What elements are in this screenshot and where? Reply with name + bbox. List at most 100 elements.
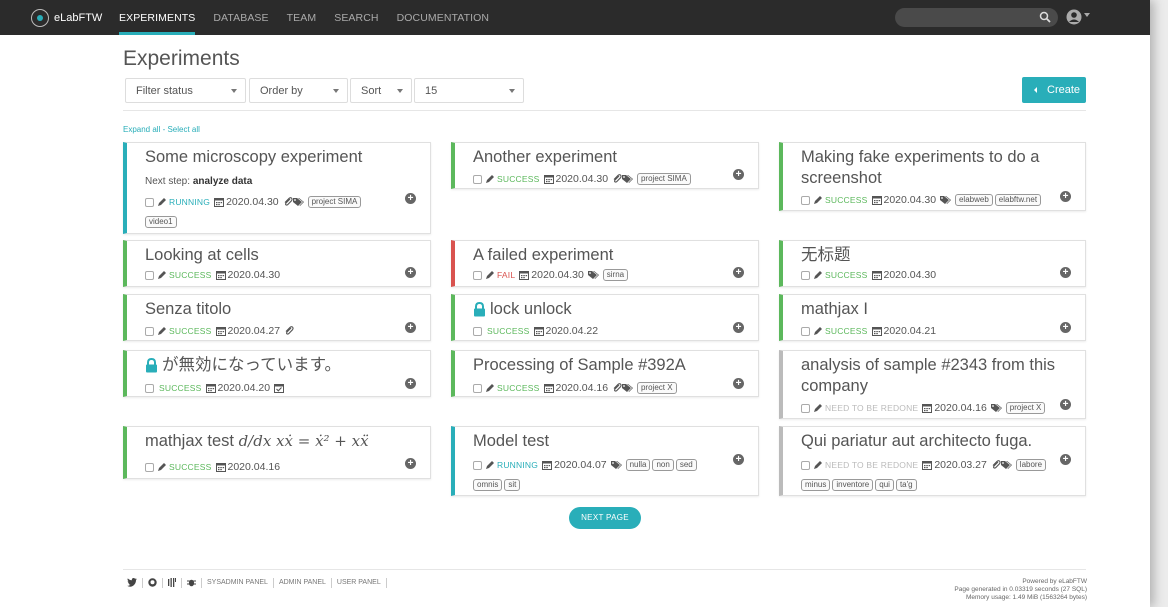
select-checkbox[interactable]	[473, 270, 482, 280]
expand-plus-icon[interactable]: +	[405, 322, 416, 333]
sort-select[interactable]: Sort	[350, 78, 412, 103]
expand-plus-icon[interactable]: +	[1060, 399, 1071, 410]
nav-team[interactable]: TEAM	[287, 0, 317, 35]
select-checkbox[interactable]	[801, 460, 810, 470]
expand-plus-icon[interactable]: +	[733, 378, 744, 389]
tag[interactable]: nulla	[625, 459, 651, 471]
nav-search[interactable]: SEARCH	[334, 0, 378, 35]
experiment-card[interactable]: lock unlock SUCCESS 2020.04.22 +	[451, 294, 759, 341]
select-checkbox[interactable]	[801, 195, 810, 205]
user-panel-link[interactable]: USER PANEL	[337, 578, 387, 588]
experiment-card[interactable]: が無効になっています。 SUCCESS 2020.04.20 +	[123, 350, 431, 397]
chevron-down-icon[interactable]	[1084, 13, 1090, 17]
experiment-card[interactable]: 无标题 SUCCESS 2020.04.30 +	[779, 240, 1086, 287]
expand-plus-icon[interactable]: +	[733, 267, 744, 278]
sysadmin-panel-link[interactable]: SYSADMIN PANEL	[207, 578, 274, 588]
lock-icon[interactable]	[473, 302, 486, 317]
experiment-title[interactable]: analysis of sample #2343 from this compa…	[801, 355, 1061, 397]
tag[interactable]: video1	[145, 216, 177, 228]
tag[interactable]: sed	[675, 459, 697, 471]
tag[interactable]: elabftw.net	[994, 194, 1042, 206]
tag[interactable]: sirna	[602, 269, 629, 281]
expand-plus-icon[interactable]: +	[1060, 454, 1071, 465]
nav-documentation[interactable]: DOCUMENTATION	[397, 0, 490, 35]
tag[interactable]: project X	[1005, 402, 1046, 414]
experiment-title[interactable]: Making fake experiments to do a screensh…	[801, 147, 1061, 189]
expand-plus-icon[interactable]: +	[405, 378, 416, 389]
limit-select[interactable]: 15	[414, 78, 524, 103]
expand-plus-icon[interactable]: +	[1060, 267, 1071, 278]
experiment-card[interactable]: A failed experiment FAIL 2020.04.30 sirna +	[451, 240, 759, 287]
experiment-card[interactable]: Looking at cells SUCCESS 2020.04.30 +	[123, 240, 431, 287]
experiment-title[interactable]: mathjax I	[801, 299, 868, 320]
experiment-card[interactable]: mathjax I SUCCESS 2020.04.21 +	[779, 294, 1086, 341]
tag[interactable]: omnis	[473, 479, 503, 491]
order-by-select[interactable]: Order by	[249, 78, 348, 103]
experiment-title[interactable]: Looking at cells	[145, 245, 259, 266]
expand-plus-icon[interactable]: +	[733, 454, 744, 465]
expand-plus-icon[interactable]: +	[1060, 191, 1071, 202]
select-checkbox[interactable]	[473, 460, 482, 470]
tag[interactable]: labore	[1015, 459, 1047, 471]
expand-plus-icon[interactable]: +	[1060, 322, 1071, 333]
experiment-card[interactable]: Some microscopy experiment Next step: ana…	[123, 142, 431, 234]
experiment-title[interactable]: Processing of Sample #392A	[473, 355, 686, 376]
lock-icon[interactable]	[145, 358, 158, 373]
select-checkbox[interactable]	[801, 403, 810, 413]
tag[interactable]: inventore	[832, 479, 874, 491]
expand-plus-icon[interactable]: +	[405, 267, 416, 278]
experiment-card[interactable]: Another experiment SUCCESS 2020.04.30 proj…	[451, 142, 759, 189]
expand-plus-icon[interactable]: +	[405, 193, 416, 204]
search-icon[interactable]	[1039, 11, 1051, 23]
select-checkbox[interactable]	[145, 270, 154, 280]
select-checkbox[interactable]	[801, 326, 810, 336]
experiment-card[interactable]: Making fake experiments to do a screensh…	[779, 142, 1086, 211]
experiment-title[interactable]: Senza titolo	[145, 299, 231, 320]
experiment-title[interactable]: lock unlock	[473, 299, 572, 320]
select-checkbox[interactable]	[145, 462, 154, 472]
gitter-icon[interactable]	[168, 578, 182, 588]
tag[interactable]: minus	[801, 479, 831, 491]
brand-logo[interactable]: eLabFTW	[31, 8, 102, 28]
expand-plus-icon[interactable]: +	[733, 169, 744, 180]
tag[interactable]: qui	[875, 479, 894, 491]
experiment-card[interactable]: Model test RUNNING 2020.04.07 nulla non sed o…	[451, 426, 759, 496]
create-button[interactable]: Create	[1022, 77, 1086, 103]
select-checkbox[interactable]	[473, 383, 482, 393]
filter-status-select[interactable]: Filter status	[125, 78, 246, 103]
experiment-card[interactable]: Processing of Sample #392A SUCCESS 2020.04…	[451, 350, 759, 397]
experiment-title[interactable]: A failed experiment	[473, 245, 613, 266]
nav-database[interactable]: DATABASE	[213, 0, 268, 35]
select-checkbox[interactable]	[145, 197, 154, 207]
admin-panel-link[interactable]: ADMIN PANEL	[279, 578, 332, 588]
expand-plus-icon[interactable]: +	[405, 458, 416, 469]
twitter-icon[interactable]	[127, 578, 143, 588]
experiment-title[interactable]: mathjax test d/dx xẋ = ẋ² + xẍ	[145, 431, 369, 452]
expand-plus-icon[interactable]: +	[733, 322, 744, 333]
select-checkbox[interactable]	[145, 383, 154, 393]
experiment-card[interactable]: analysis of sample #2343 from this compa…	[779, 350, 1086, 419]
tag[interactable]: project SIMA	[307, 196, 362, 208]
select-checkbox[interactable]	[473, 326, 482, 336]
select-checkbox[interactable]	[473, 174, 482, 184]
tag[interactable]: project X	[636, 382, 677, 394]
github-icon[interactable]	[148, 578, 163, 588]
user-avatar-icon[interactable]	[1066, 9, 1082, 25]
tag[interactable]: ta'g	[895, 479, 917, 491]
experiment-title[interactable]: 无标题	[801, 245, 851, 266]
experiment-title[interactable]: Qui pariatur aut architecto fuga.	[801, 431, 1032, 452]
nav-experiments[interactable]: EXPERIMENTS	[119, 0, 196, 35]
bug-icon[interactable]	[187, 578, 202, 588]
experiment-title[interactable]: Another experiment	[473, 147, 617, 168]
experiment-title[interactable]: Model test	[473, 431, 549, 452]
experiment-title[interactable]: が無効になっています。	[145, 355, 341, 376]
tag[interactable]: sit	[504, 479, 521, 491]
experiment-title[interactable]: Some microscopy experiment	[145, 147, 362, 168]
experiment-card[interactable]: mathjax test d/dx xẋ = ẋ² + xẍ SUCCESS 202…	[123, 426, 431, 479]
experiment-card[interactable]: Senza titolo SUCCESS 2020.04.27 +	[123, 294, 431, 341]
quick-search-input[interactable]	[895, 8, 1058, 27]
tag[interactable]: non	[652, 459, 674, 471]
select-checkbox[interactable]	[801, 270, 810, 280]
tag[interactable]: elabweb	[954, 194, 993, 206]
next-page-button[interactable]: NEXT PAGE	[569, 507, 641, 529]
